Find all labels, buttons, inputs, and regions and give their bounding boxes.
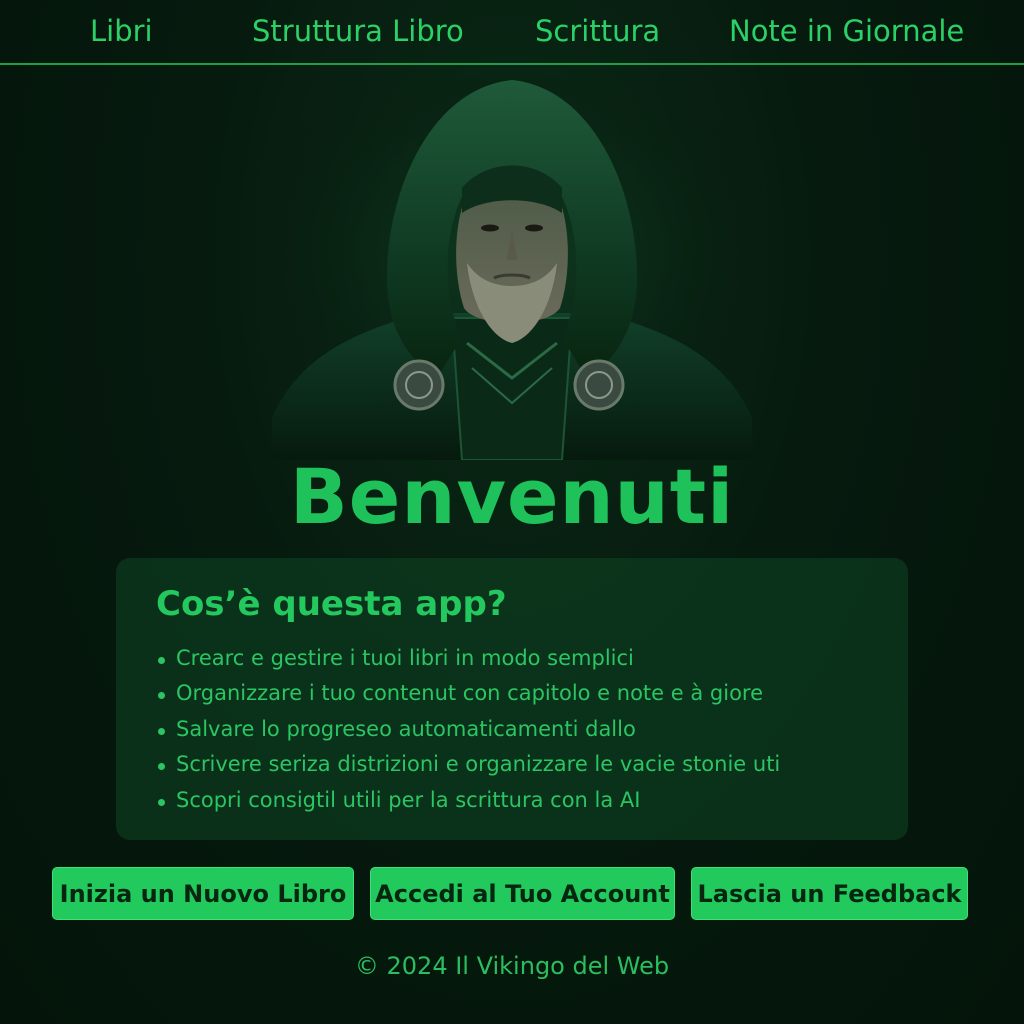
feature-list: Crearc e gestire i tuoi libri in modo se… (156, 646, 780, 823)
feature-item: Salvare lo progreseo automaticamenti dal… (156, 717, 780, 752)
about-title: Cos’è questa app? (156, 584, 507, 624)
nav-item-struttura-libro[interactable]: Struttura Libro (252, 14, 464, 48)
nav-item-libri[interactable]: Libri (90, 14, 153, 48)
feature-item: Organizzare i tuo contenut con capitolo … (156, 681, 780, 716)
feature-item: Scrivere seriza distrizioni e organizzar… (156, 752, 780, 787)
footer-copyright: © 2024 Il Vikingo del Web (354, 952, 670, 980)
login-button[interactable]: Accedi al Tuo Account (370, 867, 675, 920)
feature-item: Crearc e gestire i tuoi libri in modo se… (156, 646, 780, 681)
nav-item-scrittura[interactable]: Scrittura (535, 14, 660, 48)
about-card: Cos’è questa app? Crearc e gestire i tuo… (116, 558, 908, 840)
welcome-title: Benvenuti (289, 452, 735, 541)
nav-item-note-in-giornale[interactable]: Note in Giornale (729, 14, 964, 48)
feedback-button[interactable]: Lascia un Feedback (691, 867, 968, 920)
top-navigation: Libri Struttura Libro Scrittura Note in … (0, 0, 1024, 65)
feature-item: Scopri consigtil utili per la scrittura … (156, 788, 780, 823)
hooded-figure-illustration (262, 78, 762, 461)
new-book-button[interactable]: Inizia un Nuovo Libro (52, 867, 354, 920)
hero-viking-portrait (262, 78, 762, 461)
